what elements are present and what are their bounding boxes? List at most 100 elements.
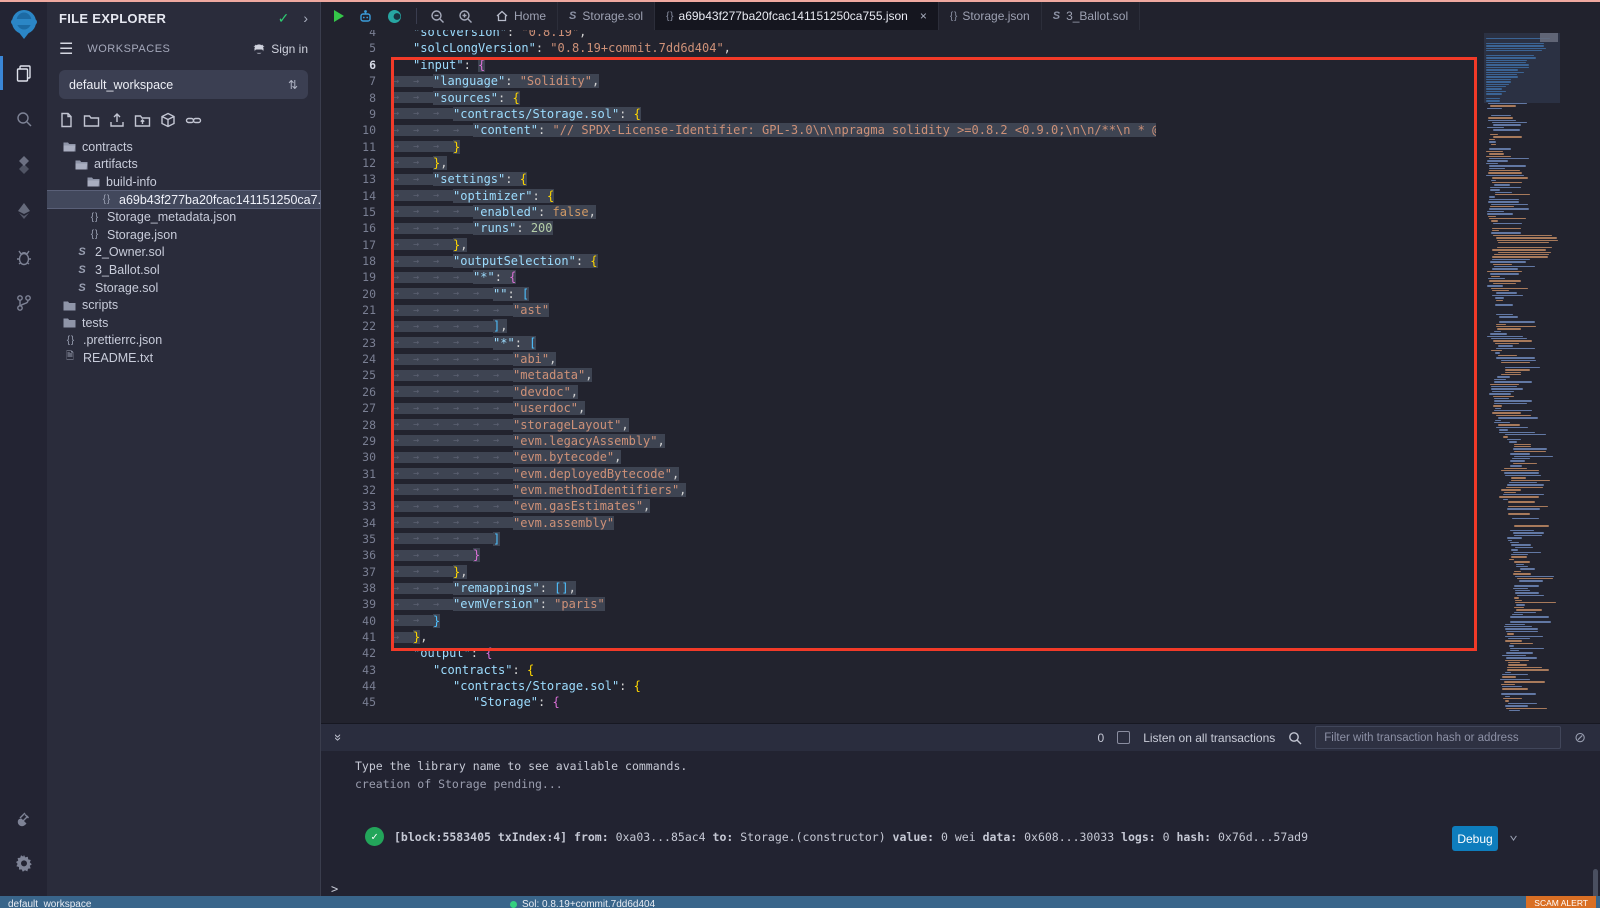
- minimap[interactable]: [1484, 33, 1560, 715]
- new-folder-icon[interactable]: [83, 113, 100, 128]
- minimap-line: [1519, 580, 1543, 581]
- folder-icon: [63, 141, 76, 152]
- tree-item-3-ballot-sol[interactable]: S3_Ballot.sol: [47, 261, 320, 279]
- tab-storage-json[interactable]: { } Storage.json: [939, 2, 1042, 30]
- minimap-line: [1505, 705, 1528, 706]
- sign-in-button[interactable]: Sign in: [252, 42, 308, 56]
- line-number: 21: [321, 303, 376, 317]
- tab-home[interactable]: Home: [485, 2, 558, 30]
- line-number: 42: [321, 646, 376, 660]
- code-token: "evm.bytecode": [513, 450, 614, 464]
- run-script-icon[interactable]: [333, 9, 345, 23]
- minimap-line: [1499, 496, 1538, 497]
- assistant-robot-icon[interactable]: [358, 9, 373, 24]
- sidebar-item-debugger[interactable]: [0, 236, 47, 278]
- code-token: ,: [614, 450, 621, 464]
- upload-file-icon[interactable]: [109, 112, 125, 128]
- minimap-line: [1497, 247, 1552, 248]
- status-dot: [510, 901, 517, 908]
- tree-item-build-info[interactable]: build-info: [47, 173, 320, 191]
- terminal-scrollbar-thumb[interactable]: [1593, 869, 1598, 899]
- file-icon: 🗎: [63, 349, 77, 366]
- code-editor[interactable]: 4"solcVersion": "0.8.19",5"solcLongVersi…: [321, 30, 1600, 723]
- tree-item-2-owner-sol[interactable]: S2_Owner.sol: [47, 244, 320, 262]
- transaction-filter-input[interactable]: [1315, 726, 1561, 749]
- tab-3-ballot-sol[interactable]: S3_Ballot.sol: [1042, 2, 1140, 30]
- upload-folder-icon[interactable]: [134, 113, 151, 128]
- scam-alert-badge[interactable]: SCAM ALERT: [1526, 896, 1596, 908]
- clear-console-icon[interactable]: ⊘: [1574, 729, 1586, 746]
- tx-log-text: [block:5583405 txIndex:4] from: 0xa03...…: [394, 830, 1308, 844]
- zoom-out-icon[interactable]: [430, 9, 445, 24]
- chevron-right-icon[interactable]: ›: [303, 10, 308, 26]
- code-token: false: [552, 205, 588, 219]
- sidebar-item-search[interactable]: [0, 98, 47, 140]
- sidebar-item-solidity-compiler[interactable]: [0, 144, 47, 186]
- transaction-log-row[interactable]: ✓ [block:5583405 txIndex:4] from: 0xa03.…: [365, 827, 1308, 846]
- sidebar-item-settings[interactable]: [0, 842, 47, 884]
- zoom-in-icon[interactable]: [458, 9, 473, 24]
- tree-item-storage-metadata-json[interactable]: { }Storage_metadata.json: [47, 208, 320, 226]
- search-icon[interactable]: [1288, 731, 1302, 745]
- code-line-33: 33→→→→→→"evm.gasEstimates",: [321, 498, 650, 514]
- line-number: 18: [321, 254, 376, 268]
- minimap-line: [1486, 43, 1544, 44]
- tab-label: 3_Ballot.sol: [1066, 9, 1128, 23]
- sidebar-item-plugin-manager[interactable]: [0, 798, 47, 840]
- workspace-select[interactable]: default_workspace ⇅: [59, 70, 308, 99]
- tree-item-contracts[interactable]: contracts: [47, 138, 320, 156]
- tree-item-a69b43f277ba20fcac141151250ca7-[interactable]: { }a69b43f277ba20fcac141151250ca7...: [47, 191, 320, 209]
- tree-item-storage-json[interactable]: { }Storage.json: [47, 226, 320, 244]
- tab-a69b43f277ba20fcac141151250ca755-json[interactable]: { }a69b43f277ba20fcac141151250ca755.json…: [655, 2, 939, 30]
- terminal-collapse-icon[interactable]: »: [331, 734, 346, 741]
- tx-expand-chevron-icon[interactable]: ⌄: [1509, 825, 1518, 843]
- tree-item-storage-sol[interactable]: SStorage.sol: [47, 279, 320, 297]
- code-line-23: 23→→→→→"*": [: [321, 335, 536, 351]
- top-accent-line: [0, 0, 1600, 2]
- code-token: "solcLongVersion": [413, 41, 536, 55]
- minimap-line: [1509, 645, 1515, 646]
- minimap-line: [1501, 693, 1536, 694]
- cube-icon[interactable]: [160, 112, 176, 128]
- sidebar-item-file-explorer[interactable]: [0, 52, 47, 94]
- tab-storage-sol[interactable]: SStorage.sol: [558, 2, 655, 30]
- minimap-line: [1515, 590, 1529, 591]
- tree-item-tests[interactable]: tests: [47, 314, 320, 332]
- minimap-line: [1502, 688, 1529, 689]
- main-area: HomeSStorage.sol{ }a69b43f277ba20fcac141…: [321, 2, 1600, 896]
- minimap-line: [1499, 432, 1535, 433]
- tab-label: Storage.json: [962, 9, 1029, 23]
- terminal-prompt[interactable]: >: [331, 882, 338, 896]
- link-icon[interactable]: [185, 113, 202, 128]
- code-token: "*": [473, 270, 495, 284]
- tree-item-scripts[interactable]: scripts: [47, 296, 320, 314]
- statusbar-workspace[interactable]: default_workspace: [8, 899, 91, 908]
- minimap-line: [1489, 148, 1511, 149]
- minimap-line: [1505, 640, 1522, 641]
- hamburger-menu-icon[interactable]: ☰: [59, 39, 73, 59]
- minimap-line: [1486, 76, 1518, 77]
- debug-button[interactable]: Debug: [1452, 826, 1498, 851]
- minimap-line: [1507, 484, 1543, 485]
- tree-item--prettierrc-json[interactable]: { }.prettierrc.json: [47, 332, 320, 350]
- close-tab-icon[interactable]: ×: [920, 9, 927, 23]
- terminal-body[interactable]: Type the library name to see available c…: [321, 751, 1600, 898]
- sidebar-item-deploy-run[interactable]: [0, 190, 47, 232]
- code-token: "language": [433, 74, 505, 88]
- sidebar-item-git[interactable]: [0, 282, 47, 324]
- minimap-line: [1489, 280, 1522, 281]
- new-file-icon[interactable]: [59, 112, 74, 128]
- minimap-line: [1495, 194, 1530, 195]
- minimap-line: [1488, 216, 1496, 217]
- tree-item-label: .prettierrc.json: [83, 333, 162, 347]
- remix-logo[interactable]: [8, 8, 40, 42]
- tree-item-artifacts[interactable]: artifacts: [47, 156, 320, 174]
- icon-rail: [0, 2, 47, 896]
- listen-checkbox[interactable]: [1117, 731, 1130, 744]
- minimap-line: [1492, 259, 1530, 260]
- editor-scrollbar-thumb[interactable]: [1540, 33, 1558, 42]
- terminal-line: creation of Storage pending...: [355, 777, 563, 791]
- toggle-icon[interactable]: [386, 9, 403, 24]
- tree-item-readme-txt[interactable]: 🗎README.txt: [47, 349, 320, 367]
- json-icon: { }: [950, 11, 956, 22]
